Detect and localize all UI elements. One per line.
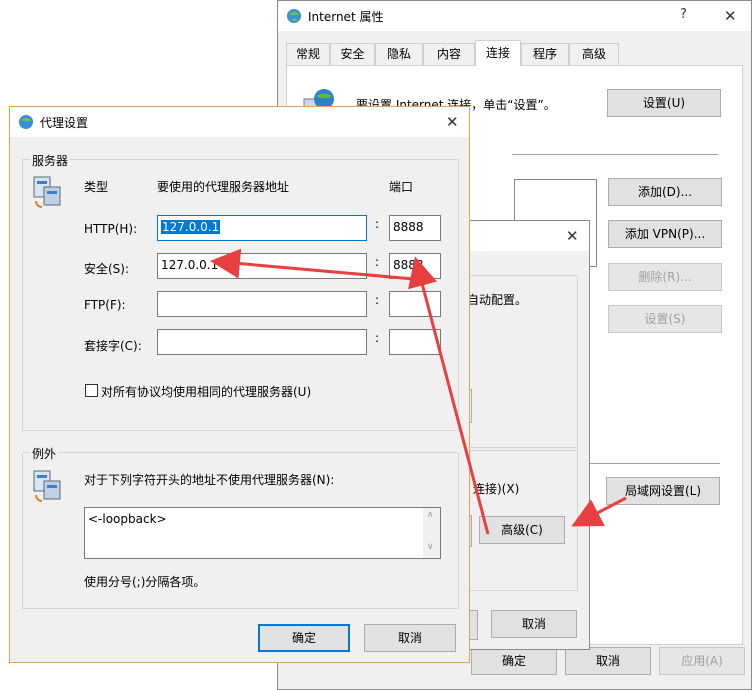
annotation-arrows [210, 248, 627, 535]
arrow-to-secure-port [408, 256, 490, 535]
arrow-to-secure-address [210, 248, 426, 282]
tab-connections[interactable]: 连接 [475, 40, 521, 66]
arrow-to-advanced-button [571, 496, 627, 527]
